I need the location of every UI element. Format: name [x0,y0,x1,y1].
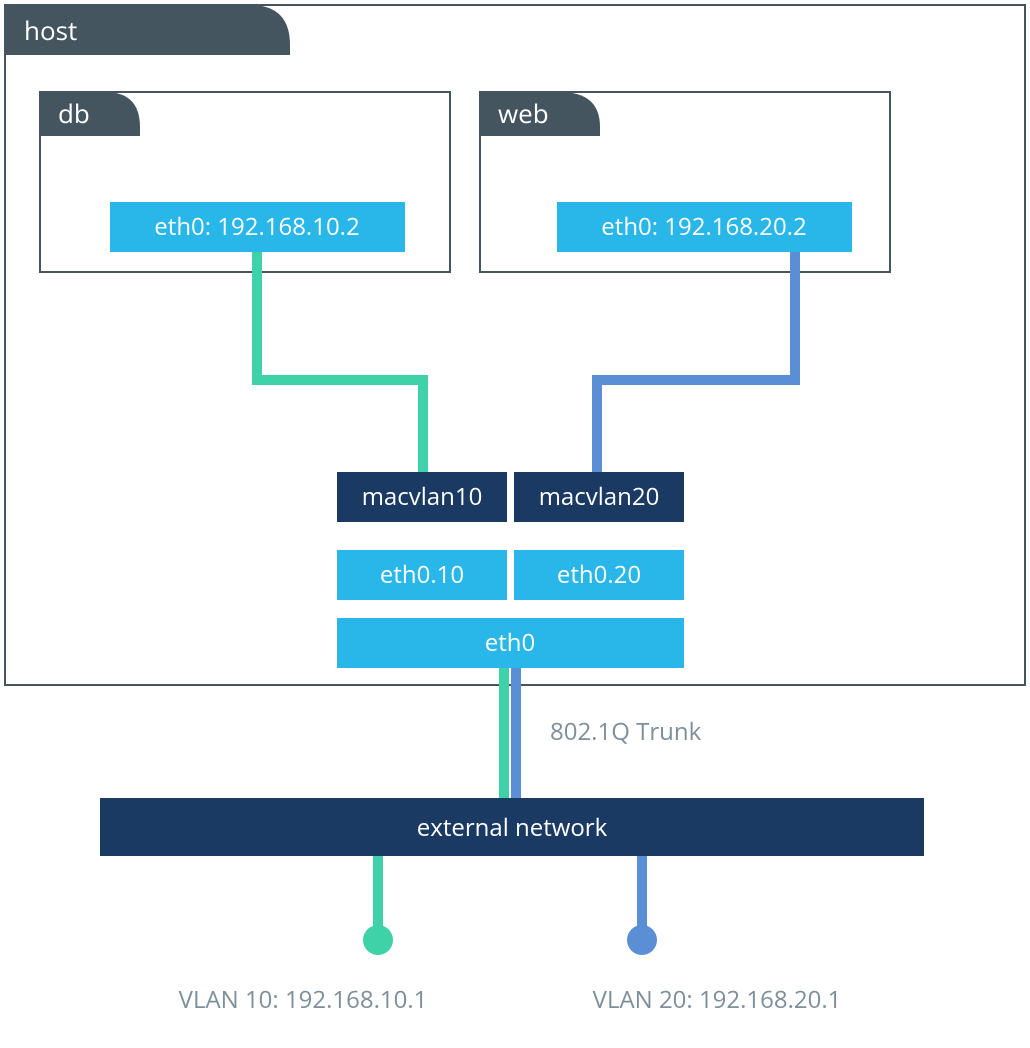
host-label: host [24,12,77,48]
web-label: web [498,95,549,131]
external-network-label: external network [417,811,608,844]
vlan10-dot [363,925,393,955]
db-iface: eth0: 192.168.10.2 [154,210,359,243]
vlan20-dot [627,925,657,955]
macvlan10-label: macvlan10 [362,480,483,513]
eth020-label: eth0.20 [557,558,641,591]
macvlan20-label: macvlan20 [539,480,660,513]
db-tab [40,92,140,136]
web-iface: eth0: 192.168.20.2 [601,210,806,243]
vlan10-label: VLAN 10: 192.168.10.1 [179,983,428,1016]
eth0-label: eth0 [485,626,535,659]
vlan20-label: VLAN 20: 192.168.20.1 [593,983,842,1016]
trunk-label: 802.1Q Trunk [550,715,702,748]
db-label: db [58,95,90,131]
eth010-label: eth0.10 [380,558,464,591]
network-diagram: host db eth0: 192.168.10.2 web eth0: 192… [0,0,1030,1048]
